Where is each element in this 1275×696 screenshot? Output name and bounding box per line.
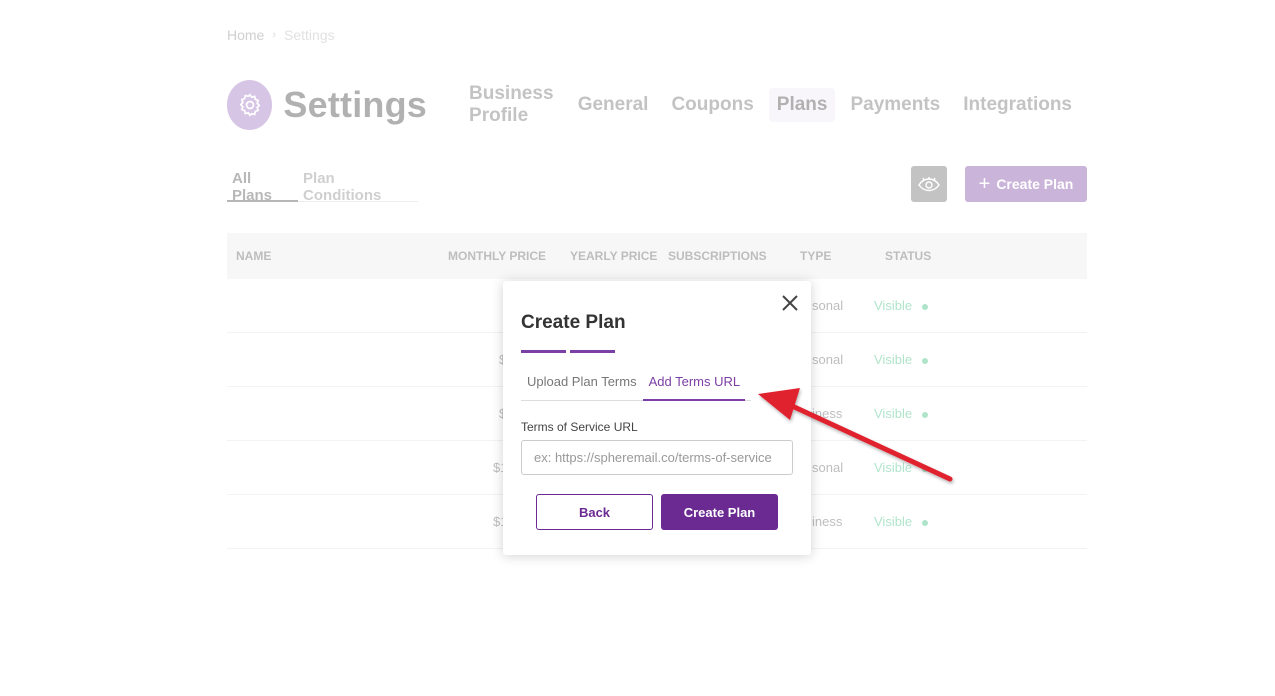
close-icon[interactable] (780, 293, 800, 313)
type-cell: sonal (812, 460, 844, 475)
status-dot-icon (922, 411, 929, 418)
tab-plans[interactable]: Plans (768, 88, 836, 122)
type-cell: iness (812, 406, 843, 421)
tab-general[interactable]: General (570, 88, 657, 122)
gear-icon (239, 93, 261, 117)
column-type[interactable]: TYPE (800, 249, 831, 263)
status-cell: Visible (874, 514, 929, 529)
column-status[interactable]: STATUS (885, 249, 931, 263)
status-label: Visible (874, 514, 913, 529)
create-plan-submit-button[interactable]: Create Plan (661, 494, 778, 530)
type-cell: sonal (812, 298, 844, 313)
breadcrumb-current: Settings (284, 27, 335, 43)
preview-button[interactable] (911, 166, 947, 202)
step-indicator (521, 350, 615, 353)
status-dot-icon (922, 519, 929, 526)
breadcrumb-home[interactable]: Home (227, 27, 264, 43)
create-plan-label: Create Plan (996, 176, 1074, 192)
breadcrumb: Home › Settings (227, 27, 335, 43)
settings-gear-badge (227, 80, 273, 130)
tab-upload-plan-terms[interactable]: Upload Plan Terms (521, 372, 642, 401)
tab-plan-conditions[interactable]: Plan Conditions (298, 165, 418, 204)
status-dot-icon (922, 465, 929, 472)
terms-url-label: Terms of Service URL (521, 420, 638, 434)
tab-business-profile[interactable]: Business Profile (461, 77, 563, 133)
page-title: Settings (283, 84, 428, 125)
back-button[interactable]: Back (536, 494, 653, 530)
status-dot-icon (922, 303, 929, 310)
type-cell: sonal (812, 352, 844, 367)
status-dot-icon (922, 357, 929, 364)
tab-integrations[interactable]: Integrations (955, 88, 1080, 122)
status-label: Visible (874, 460, 913, 475)
plus-icon: + (978, 173, 991, 195)
status-label: Visible (874, 406, 913, 421)
terms-tabs: Upload Plan Terms Add Terms URL (521, 372, 751, 401)
step-1-bar (521, 350, 566, 353)
column-yearly-price[interactable]: YEARLY PRICE (570, 249, 657, 263)
status-cell: Visible (874, 352, 929, 367)
create-plan-button[interactable]: + Create Plan (965, 166, 1087, 202)
modal-title: Create Plan (521, 312, 626, 333)
column-subscriptions[interactable]: SUBSCRIPTIONS (668, 249, 767, 263)
column-name[interactable]: NAME (236, 249, 271, 263)
column-monthly-price[interactable]: MONTHLY PRICE (448, 249, 546, 263)
status-label: Visible (874, 298, 913, 313)
settings-tabs: Business Profile General Coupons Plans P… (461, 77, 1087, 133)
plans-sub-tabs: All Plans Plan Conditions (227, 165, 418, 204)
settings-header: Settings Business Profile General Coupon… (227, 80, 1087, 130)
table-header: NAME MONTHLY PRICE YEARLY PRICE SUBSCRIP… (227, 233, 1087, 279)
eye-icon (918, 177, 940, 192)
tab-payments[interactable]: Payments (842, 88, 948, 122)
tab-coupons[interactable]: Coupons (663, 88, 761, 122)
tab-add-terms-url[interactable]: Add Terms URL (642, 372, 746, 401)
chevron-right-icon: › (272, 29, 277, 41)
status-cell: Visible (874, 406, 929, 421)
terms-url-input[interactable] (521, 440, 793, 475)
status-cell: Visible (874, 460, 929, 475)
create-plan-modal: Create Plan Upload Plan Terms Add Terms … (503, 281, 811, 555)
status-label: Visible (874, 352, 913, 367)
type-cell: iness (812, 514, 843, 529)
step-2-bar (570, 350, 615, 353)
status-cell: Visible (874, 298, 929, 313)
tab-all-plans[interactable]: All Plans (227, 165, 299, 204)
